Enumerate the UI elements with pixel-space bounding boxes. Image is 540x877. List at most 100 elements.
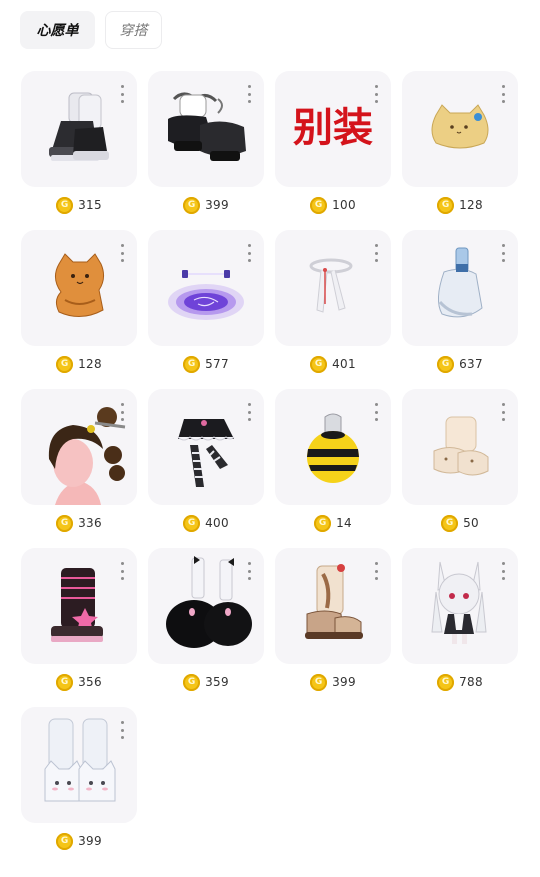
- price-tag: G 359: [148, 672, 264, 692]
- item-cell: G 128: [402, 71, 518, 230]
- item-price: 637: [459, 357, 483, 371]
- tab-wishlist[interactable]: 心愿单: [20, 11, 95, 49]
- item-card[interactable]: [21, 548, 137, 664]
- coin-icon: G: [56, 514, 74, 532]
- item-card[interactable]: [21, 389, 137, 505]
- item-price: 14: [336, 516, 352, 530]
- coin-icon: G: [310, 355, 328, 373]
- item-cell: G 399: [275, 548, 391, 707]
- more-options-icon[interactable]: [373, 562, 379, 580]
- price-tag: G 401: [275, 354, 391, 374]
- item-cell: G 128: [21, 230, 137, 389]
- item-cell: G 399: [148, 71, 264, 230]
- price-tag: G 100: [275, 195, 391, 215]
- more-options-icon[interactable]: [500, 85, 506, 103]
- sticker-text: 别装: [293, 104, 373, 151]
- coin-icon: G: [437, 196, 455, 214]
- item-price: 399: [205, 198, 229, 212]
- coin-icon: G: [441, 514, 459, 532]
- item-card[interactable]: [148, 230, 264, 346]
- more-options-icon[interactable]: [246, 562, 252, 580]
- coin-icon: G: [183, 196, 201, 214]
- price-tag: G 399: [21, 831, 137, 851]
- item-cell: G 577: [148, 230, 264, 389]
- item-cell: G 315: [21, 71, 137, 230]
- item-cell: G 50: [402, 389, 518, 548]
- tab-outfits[interactable]: 穿搭: [105, 11, 162, 49]
- more-options-icon[interactable]: [246, 403, 252, 421]
- item-cell: G 14: [275, 389, 391, 548]
- item-price: 100: [332, 198, 356, 212]
- coin-icon: G: [183, 673, 201, 691]
- item-cell: 别装 G 100: [275, 71, 391, 230]
- coin-icon: G: [310, 196, 328, 214]
- item-grid: G 315 G 399 别装 G 100 G 128 G 128 G 577 G…: [21, 71, 518, 866]
- item-cell: G 336: [21, 389, 137, 548]
- item-card[interactable]: [148, 71, 264, 187]
- item-card[interactable]: [402, 389, 518, 505]
- more-options-icon[interactable]: [373, 85, 379, 103]
- price-tag: G 788: [402, 672, 518, 692]
- price-tag: G 128: [402, 195, 518, 215]
- coin-icon: G: [56, 832, 74, 850]
- price-tag: G 356: [21, 672, 137, 692]
- more-options-icon[interactable]: [373, 244, 379, 262]
- more-options-icon[interactable]: [246, 244, 252, 262]
- coin-icon: G: [56, 355, 74, 373]
- more-options-icon[interactable]: [373, 403, 379, 421]
- item-card[interactable]: [148, 548, 264, 664]
- more-options-icon[interactable]: [119, 403, 125, 421]
- item-price: 356: [78, 675, 102, 689]
- tab-bar: 心愿单 穿搭: [20, 11, 162, 49]
- item-price: 128: [78, 357, 102, 371]
- item-cell: G 788: [402, 548, 518, 707]
- more-options-icon[interactable]: [500, 244, 506, 262]
- coin-icon: G: [183, 355, 201, 373]
- price-tag: G 14: [275, 513, 391, 533]
- item-card[interactable]: [275, 389, 391, 505]
- item-card[interactable]: [402, 230, 518, 346]
- item-price: 399: [332, 675, 356, 689]
- price-tag: G 336: [21, 513, 137, 533]
- more-options-icon[interactable]: [246, 85, 252, 103]
- price-tag: G 128: [21, 354, 137, 374]
- coin-icon: G: [310, 673, 328, 691]
- more-options-icon[interactable]: [119, 721, 125, 739]
- item-price: 577: [205, 357, 229, 371]
- item-cell: G 637: [402, 230, 518, 389]
- price-tag: G 315: [21, 195, 137, 215]
- item-cell: G 356: [21, 548, 137, 707]
- price-tag: G 399: [148, 195, 264, 215]
- item-price: 315: [78, 198, 102, 212]
- coin-icon: G: [314, 514, 332, 532]
- item-card[interactable]: [21, 71, 137, 187]
- item-card[interactable]: [402, 548, 518, 664]
- item-card[interactable]: [402, 71, 518, 187]
- item-cell: G 400: [148, 389, 264, 548]
- more-options-icon[interactable]: [119, 85, 125, 103]
- item-card[interactable]: [21, 230, 137, 346]
- item-cell: G 401: [275, 230, 391, 389]
- item-price: 359: [205, 675, 229, 689]
- more-options-icon[interactable]: [500, 403, 506, 421]
- item-card[interactable]: [275, 230, 391, 346]
- price-tag: G 399: [275, 672, 391, 692]
- item-price: 401: [332, 357, 356, 371]
- price-tag: G 400: [148, 513, 264, 533]
- price-tag: G 50: [402, 513, 518, 533]
- coin-icon: G: [437, 673, 455, 691]
- coin-icon: G: [56, 196, 74, 214]
- item-card[interactable]: 别装: [275, 71, 391, 187]
- item-cell: G 399: [21, 707, 137, 866]
- item-card[interactable]: [148, 389, 264, 505]
- more-options-icon[interactable]: [119, 244, 125, 262]
- item-cell: G 359: [148, 548, 264, 707]
- more-options-icon[interactable]: [500, 562, 506, 580]
- item-price: 336: [78, 516, 102, 530]
- price-tag: G 637: [402, 354, 518, 374]
- coin-icon: G: [437, 355, 455, 373]
- item-card[interactable]: [275, 548, 391, 664]
- more-options-icon[interactable]: [119, 562, 125, 580]
- item-price: 788: [459, 675, 483, 689]
- item-card[interactable]: [21, 707, 137, 823]
